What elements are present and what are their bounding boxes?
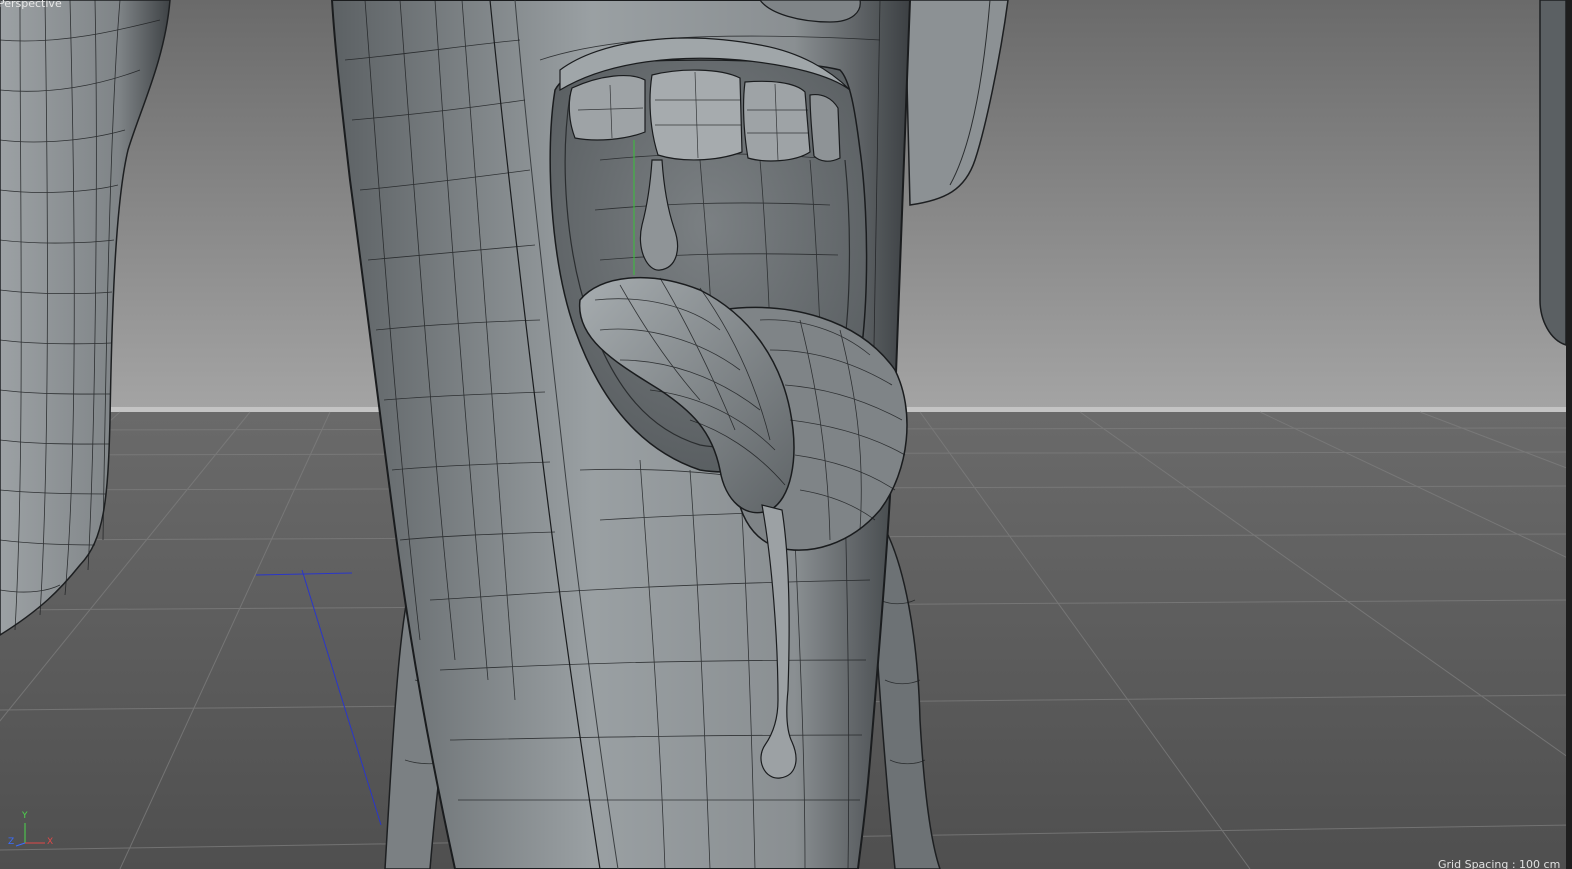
3d-viewport-perspective[interactable]: Perspective Y Z X Grid Spacing : 100 cm: [0, 0, 1572, 869]
axis-z-label: Z: [8, 837, 15, 847]
right-mesh-fragment: [1539, 0, 1567, 347]
axis-y-label: Y: [22, 811, 28, 821]
viewport-scene[interactable]: [0, 0, 1572, 869]
viewport-right-border: [1566, 0, 1572, 869]
viewport-camera-label[interactable]: Perspective: [0, 0, 62, 10]
axis-x-label: X: [47, 837, 54, 847]
grid-spacing-readout: Grid Spacing : 100 cm: [1438, 858, 1561, 869]
